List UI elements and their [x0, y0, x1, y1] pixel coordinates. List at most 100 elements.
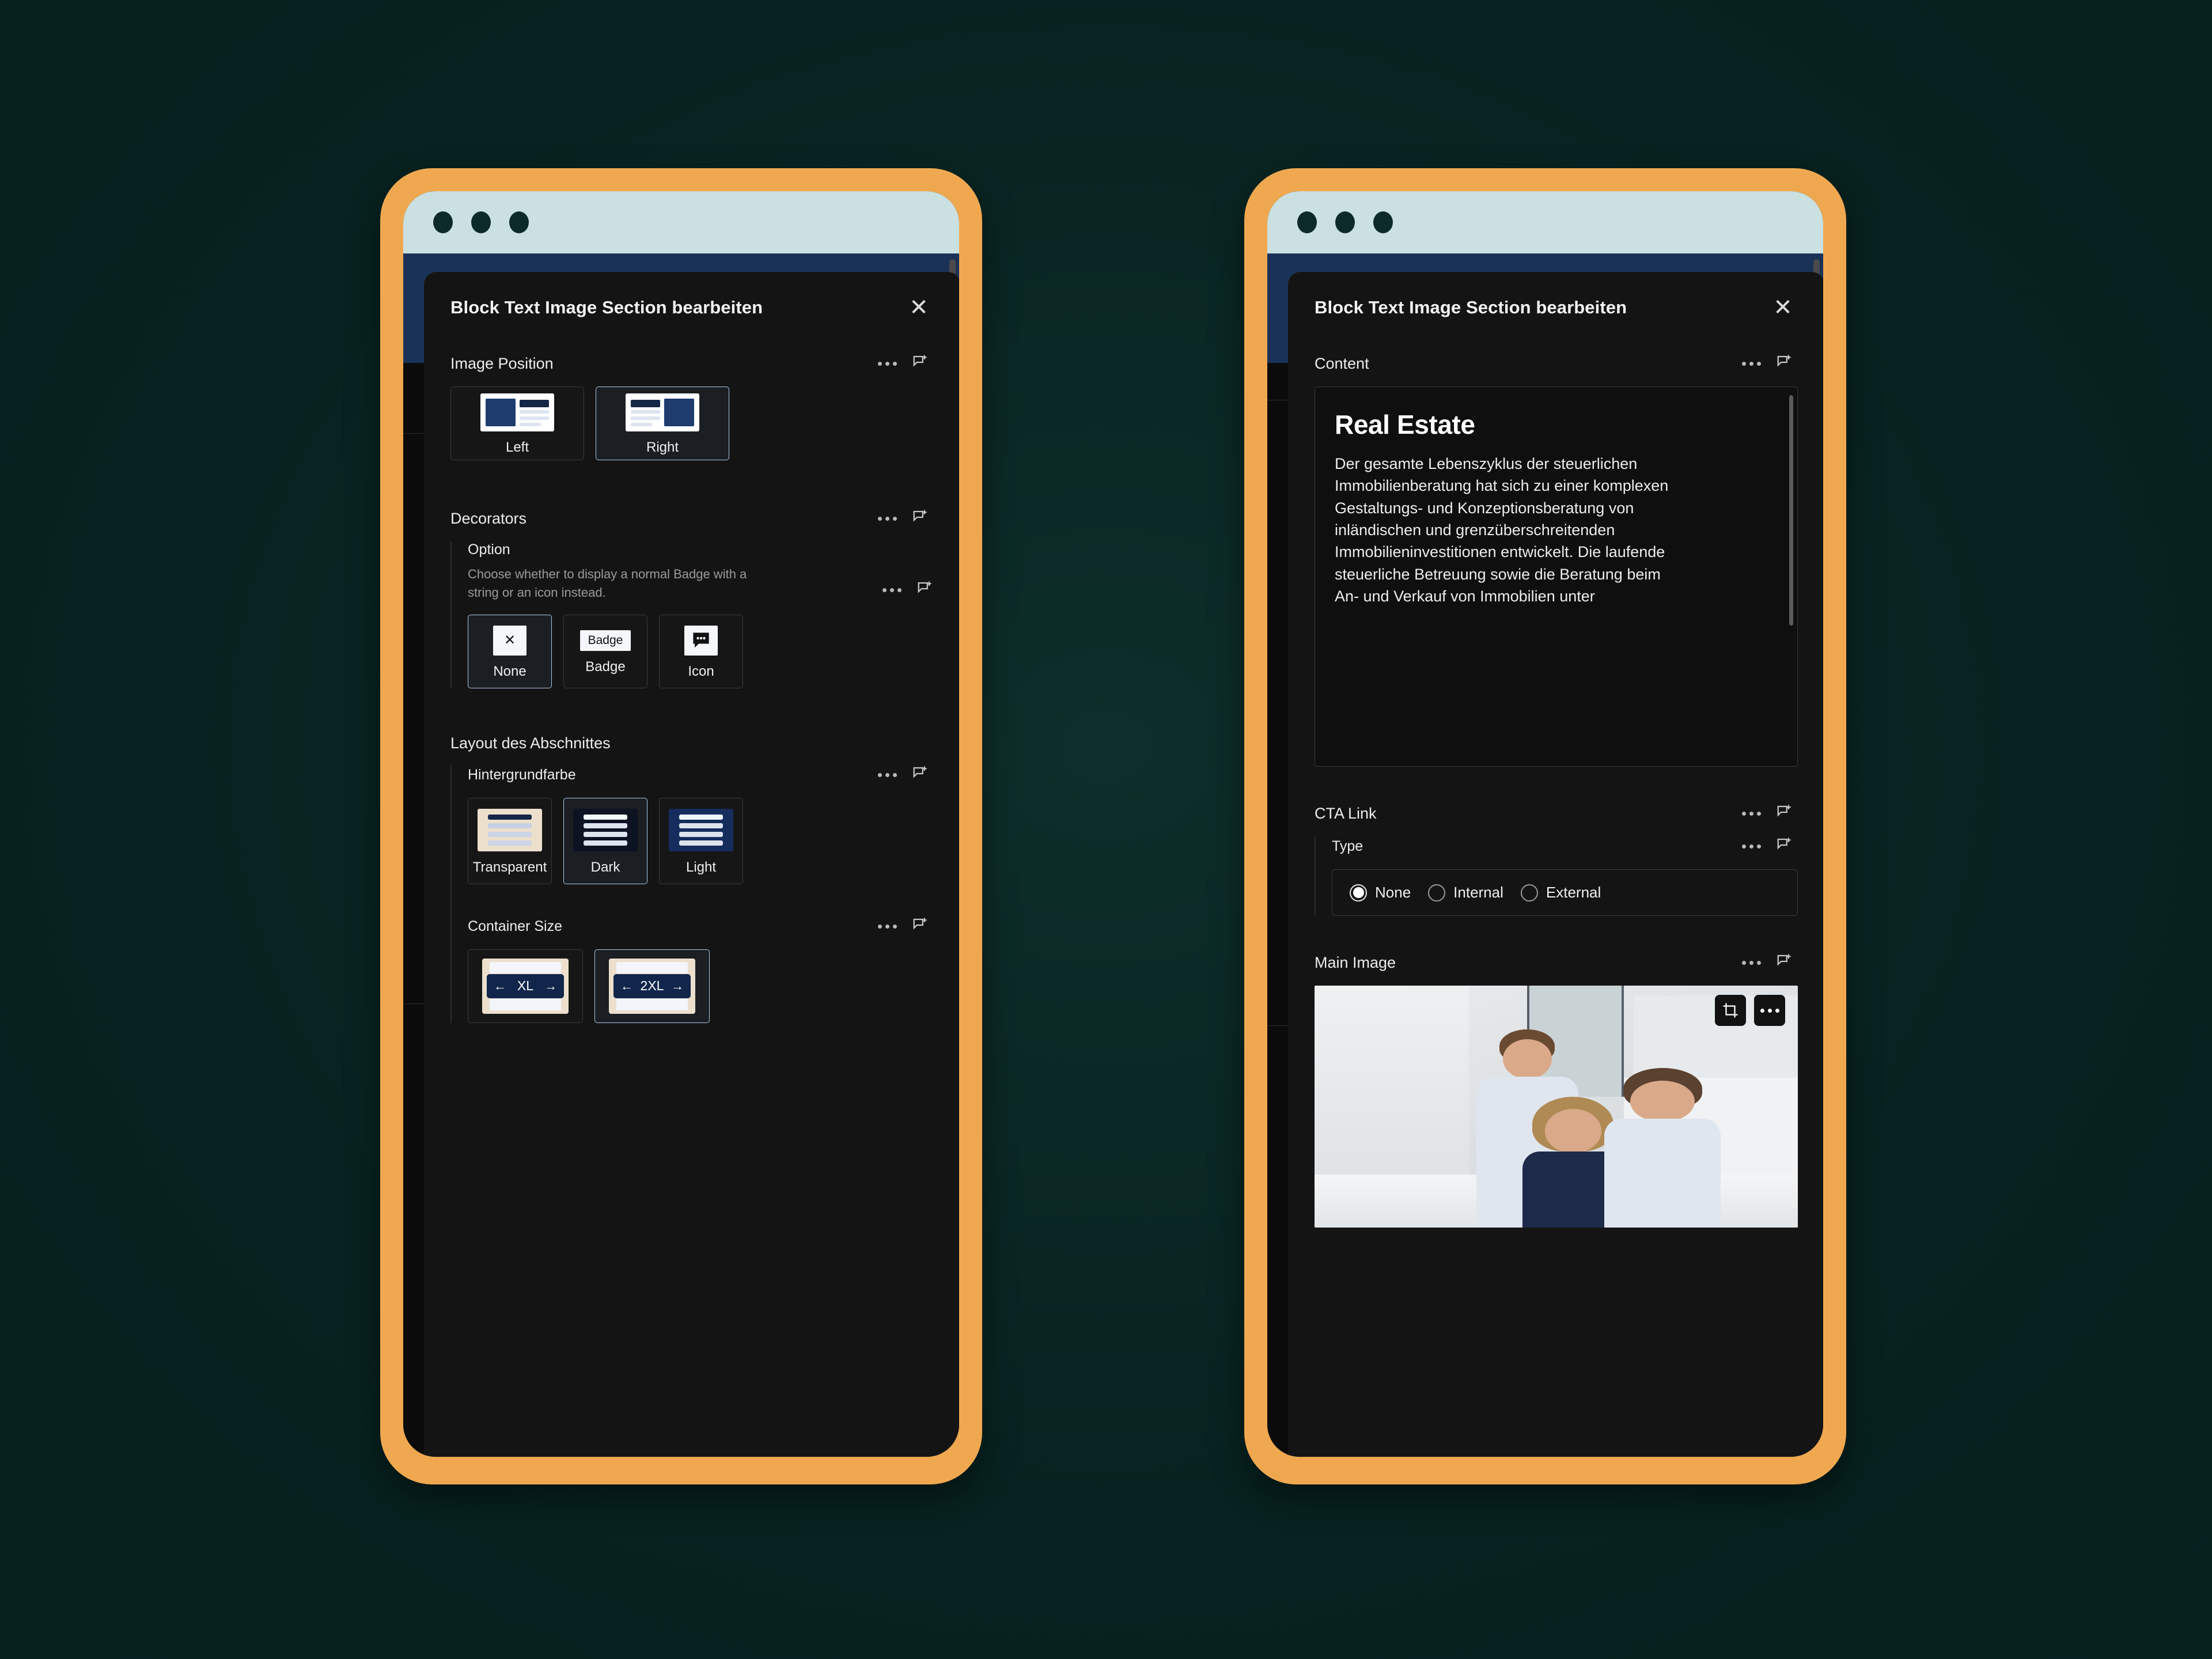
- edit-dialog: Block Text Image Section bearbeiten ✕ Co…: [1288, 272, 1823, 1457]
- option-decorator-none[interactable]: ✕ None: [468, 614, 552, 688]
- dialog-title: Block Text Image Section bearbeiten: [1315, 297, 1627, 317]
- section-title: Decorators: [450, 510, 527, 527]
- more-icon[interactable]: [878, 362, 897, 366]
- container-xl-thumbnail: ← XL →: [482, 958, 569, 1014]
- canvas: Block Text Image Section bearbeiten ✕ Im…: [0, 0, 2212, 1659]
- comment-add-icon[interactable]: [912, 765, 929, 785]
- layout-right-thumbnail: [626, 393, 699, 431]
- radio-option-external[interactable]: External: [1520, 884, 1601, 902]
- more-dots: [1760, 1008, 1779, 1013]
- thumbnail-image-block: [486, 399, 516, 426]
- field-title-type: Type: [1332, 838, 1363, 854]
- window-dot-green: [1373, 211, 1393, 233]
- more-icon[interactable]: [1742, 961, 1761, 965]
- more-icon[interactable]: [882, 588, 902, 592]
- thumbnail-text-block: [631, 399, 660, 426]
- section-header-type: Type: [1332, 836, 1798, 857]
- section-title: Main Image: [1315, 954, 1396, 971]
- content-scrollbar[interactable]: [1789, 395, 1793, 626]
- size-label: XL: [517, 978, 534, 994]
- more-icon[interactable]: [1742, 362, 1761, 366]
- dialog-title: Block Text Image Section bearbeiten: [450, 297, 763, 317]
- browser-chrome-bar: [1267, 191, 1823, 253]
- photo-person-seated: [1604, 1067, 1721, 1228]
- more-icon[interactable]: [1754, 995, 1785, 1026]
- option-label: Badge: [585, 658, 626, 675]
- section-actions: [878, 916, 929, 937]
- dialog-content-left: Image Position Left Right Decorators Opt…: [424, 340, 959, 1457]
- option-container-size-xl[interactable]: ← XL →: [468, 949, 583, 1023]
- more-icon[interactable]: [878, 772, 897, 777]
- window-dot-yellow: [1335, 211, 1355, 233]
- more-icon[interactable]: [1742, 812, 1761, 816]
- close-icon[interactable]: ✕: [1768, 293, 1798, 323]
- more-icon[interactable]: [878, 924, 897, 929]
- option-label: Left: [505, 440, 529, 455]
- radio-indicator: [1520, 884, 1538, 902]
- decorator-options: ✕ None Badge Badge Icon: [468, 614, 934, 688]
- window-dot-green: [509, 211, 529, 233]
- layout-subgroup: Hintergrundfarbe Transparent Dark Light …: [450, 764, 934, 1023]
- size-pill: ← XL →: [487, 974, 564, 998]
- comment-add-icon[interactable]: [912, 354, 929, 374]
- none-thumbnail: ✕: [493, 625, 527, 656]
- option-image-position-right[interactable]: Right: [596, 387, 729, 460]
- option-decorator-icon[interactable]: Icon: [659, 614, 743, 688]
- crop-icon[interactable]: [1715, 995, 1746, 1026]
- section-title: Image Position: [450, 355, 554, 372]
- content-rich-text-editor[interactable]: Real Estate Der gesamte Lebenszyklus der…: [1315, 387, 1798, 767]
- phone-mockup-left: Block Text Image Section bearbeiten ✕ Im…: [380, 168, 982, 1484]
- option-decorator-badge[interactable]: Badge Badge: [563, 614, 647, 688]
- edit-dialog: Block Text Image Section bearbeiten ✕ Im…: [424, 272, 959, 1457]
- badge-thumbnail: Badge: [579, 630, 631, 651]
- browser-chrome-bar: [403, 191, 959, 253]
- comment-add-icon[interactable]: [916, 580, 934, 600]
- radio-label: External: [1546, 884, 1601, 901]
- option-background-dark[interactable]: Dark: [563, 797, 647, 884]
- section-title: Content: [1315, 355, 1369, 372]
- option-image-position-left[interactable]: Left: [450, 387, 584, 460]
- option-label: None: [493, 663, 527, 679]
- comment-add-icon[interactable]: [1776, 953, 1793, 973]
- layout-left-thumbnail: [480, 393, 554, 431]
- dialog-content-right: Content Real Estate Der gesamte Lebenszy…: [1288, 340, 1823, 1457]
- phone-mockup-right: Block Text Image Section bearbeiten ✕ Co…: [1244, 168, 1846, 1484]
- option-label: Right: [646, 440, 679, 455]
- dialog-header: Block Text Image Section bearbeiten ✕: [424, 272, 959, 340]
- radio-label: None: [1375, 884, 1411, 901]
- more-icon[interactable]: [1742, 844, 1761, 849]
- transparent-swatch: [478, 808, 542, 851]
- decorators-option-group: Option Choose whether to display a norma…: [450, 541, 934, 688]
- window-dot-red: [1297, 211, 1317, 233]
- comment-add-icon[interactable]: [1776, 804, 1793, 824]
- close-icon[interactable]: ✕: [904, 293, 934, 323]
- option-container-size-2xl[interactable]: ← 2XL →: [594, 949, 710, 1023]
- main-image-preview[interactable]: [1315, 986, 1798, 1228]
- window-dot-red: [433, 211, 453, 233]
- arrow-left-icon: ←: [620, 978, 633, 993]
- section-actions: [878, 509, 929, 529]
- thumbnail-text-block: [520, 399, 549, 426]
- section-header-container-size: Container Size: [468, 916, 934, 937]
- field-title-container-size: Container Size: [468, 918, 562, 934]
- section-header-decorators: Decorators: [450, 509, 934, 529]
- thumbnail-image-block: [664, 399, 694, 426]
- option-label: Transparent: [472, 859, 547, 875]
- section-header-image-position: Image Position: [450, 354, 934, 374]
- size-label: 2XL: [640, 978, 664, 994]
- comment-add-icon[interactable]: [1776, 354, 1793, 374]
- more-icon[interactable]: [878, 517, 897, 521]
- option-background-light[interactable]: Light: [659, 797, 743, 884]
- option-background-transparent[interactable]: Transparent: [468, 797, 552, 884]
- content-paragraph: Der gesamte Lebenszyklus der steuerliche…: [1335, 455, 1669, 605]
- comment-add-icon[interactable]: [912, 509, 929, 529]
- comment-add-icon[interactable]: [912, 916, 929, 937]
- phone-screen-left: Block Text Image Section bearbeiten ✕ Im…: [403, 191, 959, 1457]
- light-swatch: [669, 808, 733, 851]
- comment-add-icon[interactable]: [1776, 836, 1793, 857]
- cta-type-radio-group: None Internal External: [1332, 869, 1798, 916]
- section-header-background-color: Hintergrundfarbe: [468, 765, 934, 785]
- arrow-left-icon: ←: [494, 978, 506, 993]
- radio-option-internal[interactable]: Internal: [1428, 884, 1503, 902]
- radio-option-none[interactable]: None: [1350, 884, 1411, 902]
